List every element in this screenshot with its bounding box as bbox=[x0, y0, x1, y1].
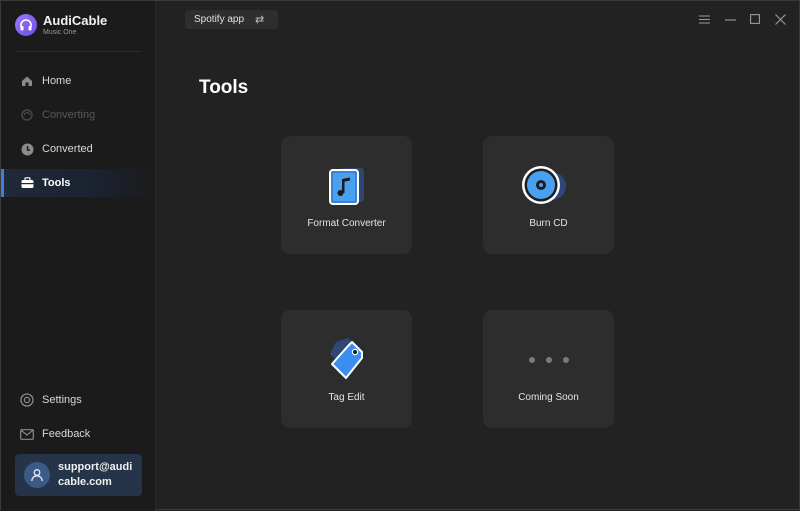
source-label: Spotify app bbox=[194, 14, 245, 25]
sidebar-item-home[interactable]: Home bbox=[1, 67, 155, 95]
sidebar-item-label: Feedback bbox=[42, 428, 91, 440]
page-title: Tools bbox=[199, 77, 249, 98]
burn-cd-icon bbox=[483, 162, 614, 210]
more-dots-icon bbox=[483, 336, 614, 384]
support-contact[interactable]: support@audicable.com bbox=[15, 454, 142, 496]
maximize-icon[interactable] bbox=[749, 13, 761, 25]
home-icon bbox=[20, 74, 34, 88]
sidebar-item-label: Tools bbox=[42, 177, 71, 189]
sidebar-item-converted[interactable]: Converted bbox=[1, 135, 155, 163]
brand: AudiCable Music One bbox=[15, 14, 107, 36]
app-subtitle: Music One bbox=[43, 29, 77, 36]
app-window: AudiCable Music One Home Converting Conv… bbox=[0, 0, 800, 511]
source-switch-button[interactable]: Spotify app ⇄ bbox=[185, 10, 278, 29]
sidebar-item-feedback[interactable]: Feedback bbox=[1, 420, 155, 448]
tool-card-burn-cd[interactable]: Burn CD bbox=[483, 136, 614, 254]
sidebar-item-tools[interactable]: Tools bbox=[1, 169, 155, 197]
converting-icon bbox=[20, 108, 34, 122]
clock-icon bbox=[20, 142, 34, 156]
brand-divider bbox=[15, 51, 141, 52]
sidebar: AudiCable Music One Home Converting Conv… bbox=[1, 1, 156, 511]
swap-icon: ⇄ bbox=[255, 14, 265, 26]
headphones-logo-icon bbox=[15, 14, 37, 36]
tool-label: Burn CD bbox=[529, 218, 568, 229]
minimize-icon[interactable] bbox=[724, 13, 736, 25]
sidebar-item-converting[interactable]: Converting bbox=[1, 101, 155, 129]
mail-icon bbox=[20, 427, 34, 441]
sidebar-item-label: Home bbox=[42, 75, 72, 87]
menu-icon[interactable] bbox=[698, 13, 710, 25]
tool-card-coming-soon[interactable]: Coming Soon bbox=[483, 310, 614, 428]
user-avatar-icon bbox=[24, 462, 50, 488]
settings-icon bbox=[20, 393, 34, 407]
sidebar-item-settings[interactable]: Settings bbox=[1, 386, 155, 414]
toolbox-icon bbox=[20, 176, 34, 190]
sidebar-item-label: Converted bbox=[42, 143, 93, 155]
sidebar-item-label: Converting bbox=[42, 109, 96, 121]
format-converter-icon bbox=[281, 162, 412, 210]
tag-edit-icon bbox=[281, 336, 412, 384]
sidebar-item-label: Settings bbox=[42, 394, 82, 406]
tool-label: Coming Soon bbox=[518, 392, 579, 403]
support-email: support@audicable.com bbox=[58, 461, 133, 488]
close-icon[interactable] bbox=[774, 13, 786, 25]
tool-card-format-converter[interactable]: Format Converter bbox=[281, 136, 412, 254]
app-name: AudiCable bbox=[43, 13, 108, 28]
tool-label: Format Converter bbox=[307, 218, 386, 229]
tool-label: Tag Edit bbox=[328, 392, 365, 403]
tool-card-tag-edit[interactable]: Tag Edit bbox=[281, 310, 412, 428]
